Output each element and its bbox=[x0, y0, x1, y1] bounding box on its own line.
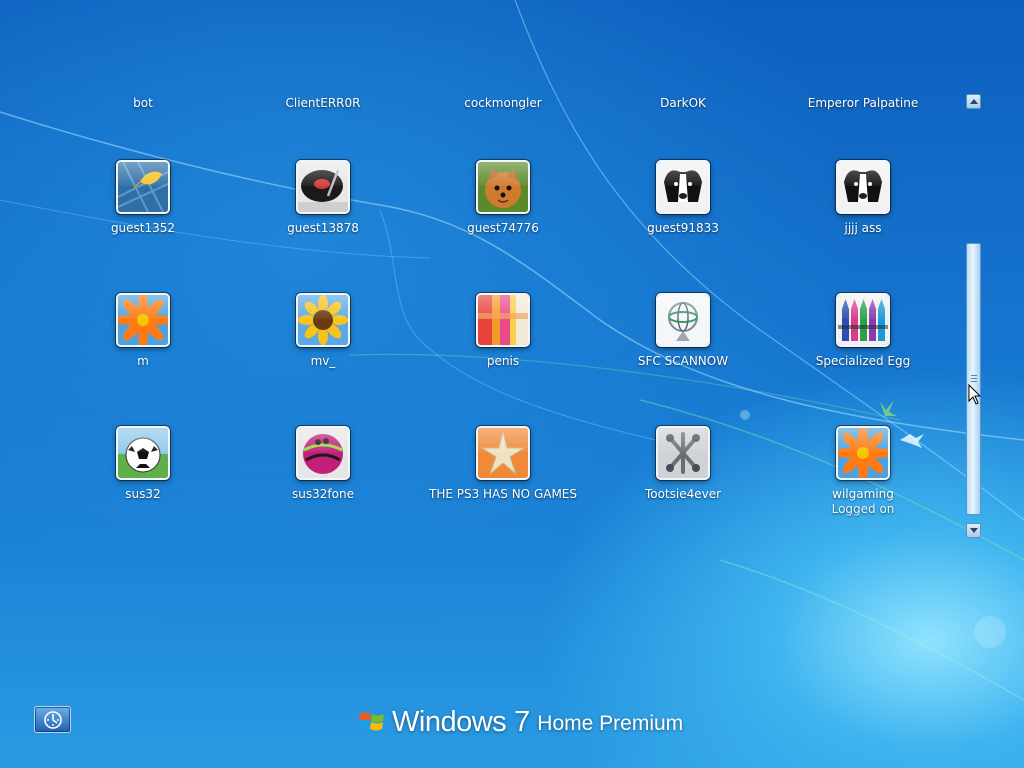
user-name: jjjj ass bbox=[844, 221, 882, 235]
ease-of-access-button[interactable] bbox=[34, 706, 71, 733]
scroll-grip-icon bbox=[971, 375, 977, 384]
bowling-ball-icon bbox=[296, 426, 350, 480]
user-name: SFC SCANNOW bbox=[637, 354, 729, 368]
user-tile-specialized-egg[interactable]: Specialized Egg bbox=[768, 293, 958, 369]
user-tile-sfc-scannow[interactable]: SFC SCANNOW bbox=[588, 293, 778, 369]
user-name: guest13878 bbox=[287, 221, 359, 235]
mouse-cursor-icon bbox=[968, 384, 982, 405]
user-name: sus32 bbox=[125, 487, 161, 501]
user-list-scrollbar[interactable] bbox=[966, 94, 981, 538]
windows-branding: Windows 7 Home Premium bbox=[358, 700, 683, 744]
top-row-name-darkok[interactable]: DarkOK bbox=[588, 96, 778, 110]
soccer-ball-icon bbox=[116, 426, 170, 480]
top-row-name-emperor-palpatine[interactable]: Emperor Palpatine bbox=[768, 96, 958, 110]
user-name: penis bbox=[486, 354, 520, 368]
crayons-icon bbox=[836, 293, 890, 347]
colored-stripes-icon bbox=[476, 293, 530, 347]
user-tile-guest74776[interactable]: guest74776 bbox=[408, 160, 598, 236]
ease-of-access-icon bbox=[43, 710, 62, 729]
jacks-icon bbox=[656, 426, 710, 480]
user-tile-m[interactable]: m bbox=[48, 293, 238, 369]
user-status: Logged on bbox=[831, 502, 895, 516]
user-tile-guest13878[interactable]: guest13878 bbox=[228, 160, 418, 236]
brand-edition-text: Home Premium bbox=[537, 712, 684, 735]
user-name: sus32fone bbox=[292, 487, 354, 501]
scroll-down-button[interactable] bbox=[966, 523, 981, 538]
starfish-icon bbox=[476, 426, 530, 480]
top-row-name-cockmongler[interactable]: cockmongler bbox=[408, 96, 598, 110]
user-name: guest74776 bbox=[467, 221, 539, 235]
turntable-icon bbox=[296, 160, 350, 214]
user-name: Tootsie4ever bbox=[644, 487, 722, 501]
sunflower-icon bbox=[296, 293, 350, 347]
user-name: guest1352 bbox=[110, 221, 176, 235]
user-tile-guest1352[interactable]: guest1352 bbox=[48, 160, 238, 236]
pomeranian-dog-icon bbox=[476, 160, 530, 214]
user-tile-the-ps3-has-no-games[interactable]: THE PS3 HAS NO GAMES bbox=[408, 426, 598, 502]
border-collie-icon bbox=[656, 160, 710, 214]
scroll-down-arrow-icon bbox=[969, 528, 978, 533]
user-tile-guest91833[interactable]: guest91833 bbox=[588, 160, 778, 236]
scroll-up-button[interactable] bbox=[966, 94, 981, 109]
orange-daisy-icon bbox=[836, 426, 890, 480]
user-tile-sus32fone[interactable]: sus32fone bbox=[228, 426, 418, 502]
top-row-name-bot[interactable]: bot bbox=[48, 96, 238, 110]
user-tile-jjjj-ass[interactable]: jjjj ass bbox=[768, 160, 958, 236]
windows-flag-icon bbox=[358, 712, 384, 731]
background-streaks bbox=[0, 0, 1024, 701]
user-tile-penis[interactable]: penis bbox=[408, 293, 598, 369]
gyroscope-icon bbox=[656, 293, 710, 347]
user-tile-sus32[interactable]: sus32 bbox=[48, 426, 238, 502]
brand-version-text: 7 bbox=[514, 705, 531, 738]
user-tile-wilgaming[interactable]: wilgaming Logged on bbox=[768, 426, 958, 517]
scroll-thumb[interactable] bbox=[966, 243, 981, 515]
user-name: wilgaming bbox=[832, 487, 894, 501]
leaf-icon bbox=[116, 160, 170, 214]
user-name: THE PS3 HAS NO GAMES bbox=[428, 487, 577, 501]
user-name: m bbox=[137, 354, 149, 368]
user-tile-tootsie4ever[interactable]: Tootsie4ever bbox=[588, 426, 778, 502]
user-tile-mv[interactable]: mv_ bbox=[228, 293, 418, 369]
border-collie-icon bbox=[836, 160, 890, 214]
brand-windows-text: Windows bbox=[392, 705, 507, 738]
top-row-name-clienterr0r[interactable]: ClientERR0R bbox=[228, 96, 418, 110]
user-name: guest91833 bbox=[647, 221, 719, 235]
user-name: Specialized Egg bbox=[815, 354, 911, 368]
orange-daisy-icon bbox=[116, 293, 170, 347]
scroll-up-arrow-icon bbox=[969, 99, 978, 104]
user-name: mv_ bbox=[310, 354, 336, 368]
